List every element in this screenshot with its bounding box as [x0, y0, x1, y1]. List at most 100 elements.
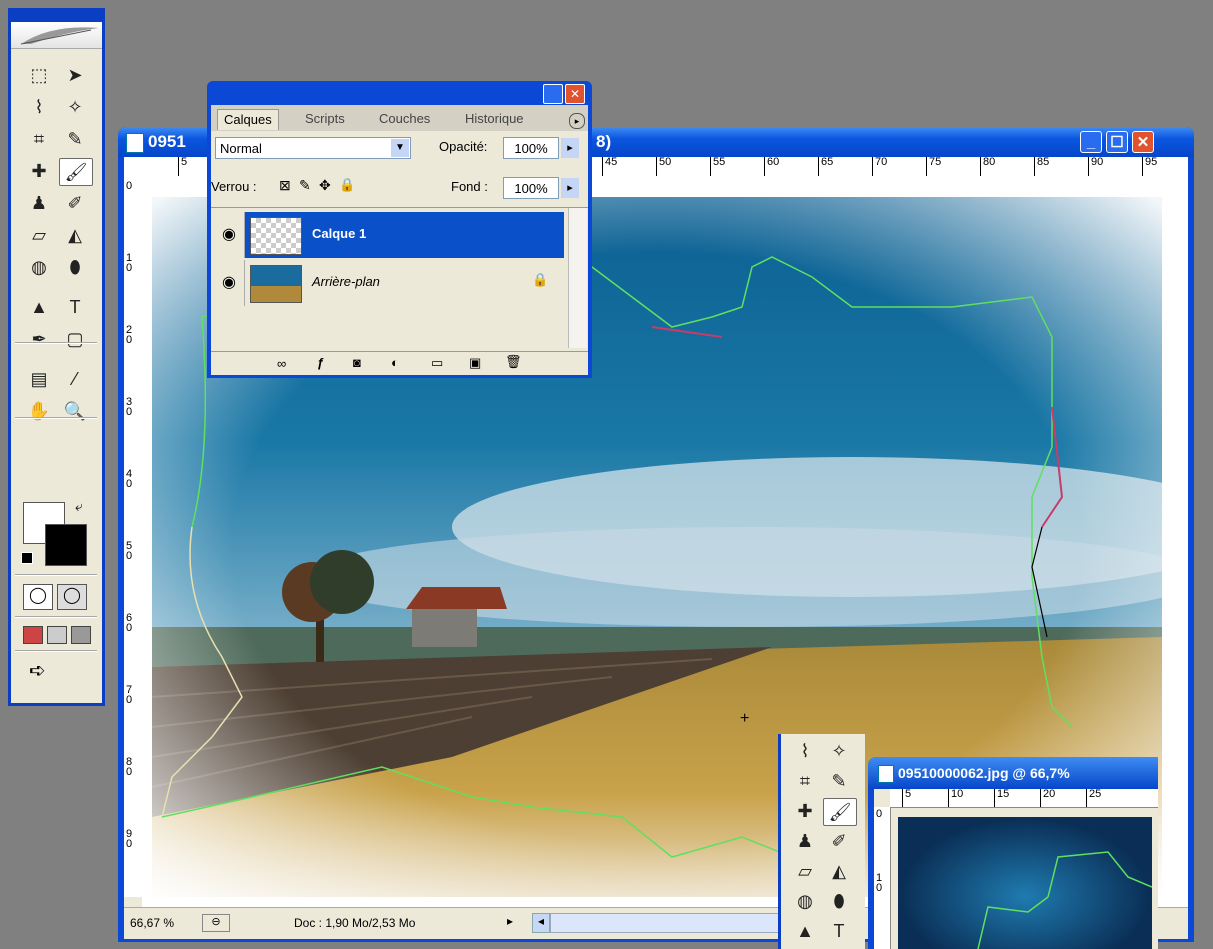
- crop-tool-icon[interactable]: ⌗: [789, 768, 821, 794]
- history-brush-tool-icon[interactable]: ✐: [823, 828, 855, 854]
- tab-historique[interactable]: Historique: [459, 109, 530, 129]
- jump-to-imageready-icon[interactable]: ➪: [29, 658, 46, 683]
- ruler-tick-label: 1 0: [876, 872, 883, 894]
- second-photo-canvas[interactable]: [898, 817, 1153, 949]
- ruler-origin[interactable]: [124, 157, 143, 178]
- eyedropper-tool-icon[interactable]: ⁄: [59, 366, 91, 392]
- ruler-tick-label: 80: [980, 157, 995, 176]
- swap-colors-icon[interactable]: ⤶: [75, 498, 83, 515]
- screen-mode-standard-icon[interactable]: [23, 626, 43, 644]
- paint-bucket-tool-icon[interactable]: ◭: [823, 858, 855, 884]
- panel-close-button[interactable]: ✕: [565, 84, 585, 104]
- horizontal-scrollbar[interactable]: [550, 913, 782, 933]
- second-ruler-left[interactable]: 0 1 0: [874, 807, 891, 949]
- zoom-level[interactable]: 66,67 %: [130, 916, 174, 930]
- background-color-swatch[interactable]: [45, 524, 87, 566]
- tab-calques[interactable]: Calques: [217, 109, 279, 130]
- minimize-button[interactable]: _: [1080, 131, 1102, 153]
- layer-visibility-eye-icon[interactable]: ◉: [214, 260, 245, 306]
- tab-couches[interactable]: Couches: [373, 109, 436, 129]
- path-select-tool-icon[interactable]: ▲: [23, 294, 55, 320]
- default-colors-icon[interactable]: [21, 552, 33, 564]
- delete-layer-icon[interactable]: 🗑: [505, 354, 522, 370]
- slice-tool-icon[interactable]: ✎: [59, 126, 91, 152]
- ruler-tick-label: 5: [178, 157, 187, 176]
- shape-tool-icon[interactable]: ▢: [59, 326, 91, 352]
- clone-stamp-tool-icon[interactable]: ♟: [789, 828, 821, 854]
- second-document-titlebar[interactable]: 09510000062.jpg @ 66,7%: [868, 757, 1158, 789]
- crop-tool-icon[interactable]: ⌗: [23, 126, 55, 152]
- layers-scrollbar[interactable]: [568, 208, 587, 348]
- blur-tool-icon[interactable]: ◍: [789, 888, 821, 914]
- eraser-tool-icon[interactable]: ▱: [789, 858, 821, 884]
- magic-wand-tool-icon[interactable]: ✧: [823, 738, 855, 764]
- layer-name[interactable]: Calque 1: [312, 226, 366, 241]
- blur-tool-icon[interactable]: ◍: [23, 254, 55, 280]
- quick-mask-button[interactable]: ◯: [57, 584, 87, 610]
- layers-panel-body: Calques Scripts Couches Historique ▸ Nor…: [211, 105, 588, 375]
- layer-thumbnail: [250, 217, 302, 255]
- type-tool-icon[interactable]: T: [823, 918, 855, 944]
- ruler-tick-label: 0: [126, 180, 133, 192]
- lock-move-icon[interactable]: ✥: [319, 177, 331, 194]
- pen-tool-icon[interactable]: ✒: [23, 326, 55, 352]
- opacity-arrow-icon[interactable]: ▸: [561, 138, 579, 158]
- scroll-left-icon[interactable]: ◂: [532, 913, 550, 933]
- notes-tool-icon[interactable]: ▤: [23, 366, 55, 392]
- zoom-tool-icon[interactable]: 🔍: [59, 398, 91, 424]
- document-icon: [126, 133, 144, 153]
- healing-brush-tool-icon[interactable]: ✚: [23, 158, 55, 184]
- opacity-field[interactable]: 100%: [503, 137, 559, 159]
- marquee-tool-icon[interactable]: ⬚: [23, 62, 55, 88]
- panel-menu-icon[interactable]: ▸: [569, 113, 585, 129]
- screen-mode-full-menu-icon[interactable]: [47, 626, 67, 644]
- ruler-left[interactable]: 0 1 0 2 0 3 0 4 0 5 0 6 0 7 0 8 0 9 0: [124, 177, 143, 897]
- history-brush-tool-icon[interactable]: ✐: [59, 190, 91, 216]
- second-document-window: 09510000062.jpg @ 66,7% 5 10 15 20 25 0 1 0: [868, 757, 1158, 949]
- lock-all-icon[interactable]: 🔒: [339, 177, 355, 193]
- ruler-tick-label: 60: [764, 157, 779, 176]
- clone-stamp-tool-icon[interactable]: ♟: [23, 190, 55, 216]
- zoom-slider-icon[interactable]: ⊖: [202, 914, 230, 932]
- path-select-tool-icon[interactable]: ▲: [789, 918, 821, 944]
- fill-arrow-icon[interactable]: ▸: [561, 178, 579, 198]
- layer-visibility-eye-icon[interactable]: ◉: [214, 212, 245, 258]
- layer-name[interactable]: Arrière-plan: [312, 274, 380, 289]
- type-tool-icon[interactable]: T: [59, 294, 91, 320]
- link-layers-icon[interactable]: ∞: [277, 356, 286, 371]
- magic-wand-tool-icon[interactable]: ✧: [59, 94, 91, 120]
- slice-tool-icon[interactable]: ✎: [823, 768, 855, 794]
- panel-minimize-button[interactable]: [543, 84, 563, 104]
- brush-tool-icon[interactable]: 🖌: [59, 158, 93, 186]
- lock-paint-icon[interactable]: ✎: [299, 177, 311, 194]
- ruler-tick-label: 50: [656, 157, 671, 176]
- adjustment-layer-icon[interactable]: ◐: [391, 355, 399, 370]
- ruler-tick-label: 25: [1086, 789, 1101, 807]
- healing-brush-tool-icon[interactable]: ✚: [789, 798, 821, 824]
- second-ruler-top[interactable]: 5 10 15 20 25: [890, 789, 1158, 808]
- lasso-tool-icon[interactable]: ⌇: [789, 738, 821, 764]
- dodge-tool-icon[interactable]: ⬮: [59, 254, 91, 280]
- new-group-icon[interactable]: ▭: [431, 355, 443, 371]
- tab-scripts[interactable]: Scripts: [299, 109, 351, 129]
- lasso-tool-icon[interactable]: ⌇: [23, 94, 55, 120]
- eraser-tool-icon[interactable]: ▱: [23, 222, 55, 248]
- move-tool-icon[interactable]: ➤: [59, 62, 91, 88]
- brush-tool-icon[interactable]: 🖌: [823, 798, 857, 826]
- add-mask-icon[interactable]: ◙: [353, 355, 361, 370]
- layer-row-arriere-plan[interactable]: ◉ Arrière-plan 🔒: [214, 260, 564, 306]
- maximize-button[interactable]: ☐: [1106, 131, 1128, 153]
- layer-row-calque-1[interactable]: ◉ Calque 1: [214, 212, 564, 258]
- fill-field[interactable]: 100%: [503, 177, 559, 199]
- screen-mode-full-icon[interactable]: [71, 626, 91, 644]
- lock-transparency-icon[interactable]: ⊠: [279, 177, 291, 194]
- close-button[interactable]: ✕: [1132, 131, 1154, 153]
- hand-tool-icon[interactable]: ✋: [23, 398, 55, 424]
- standard-mode-button[interactable]: ◯: [23, 584, 53, 610]
- status-menu-arrow-icon[interactable]: ▸: [507, 914, 513, 928]
- blend-mode-select[interactable]: Normal ▼: [215, 137, 411, 159]
- dodge-tool-icon[interactable]: ⬮: [823, 888, 855, 914]
- paint-bucket-tool-icon[interactable]: ◭: [59, 222, 91, 248]
- new-layer-icon[interactable]: ▣: [469, 355, 481, 371]
- layer-style-icon[interactable]: ƒ: [317, 355, 324, 370]
